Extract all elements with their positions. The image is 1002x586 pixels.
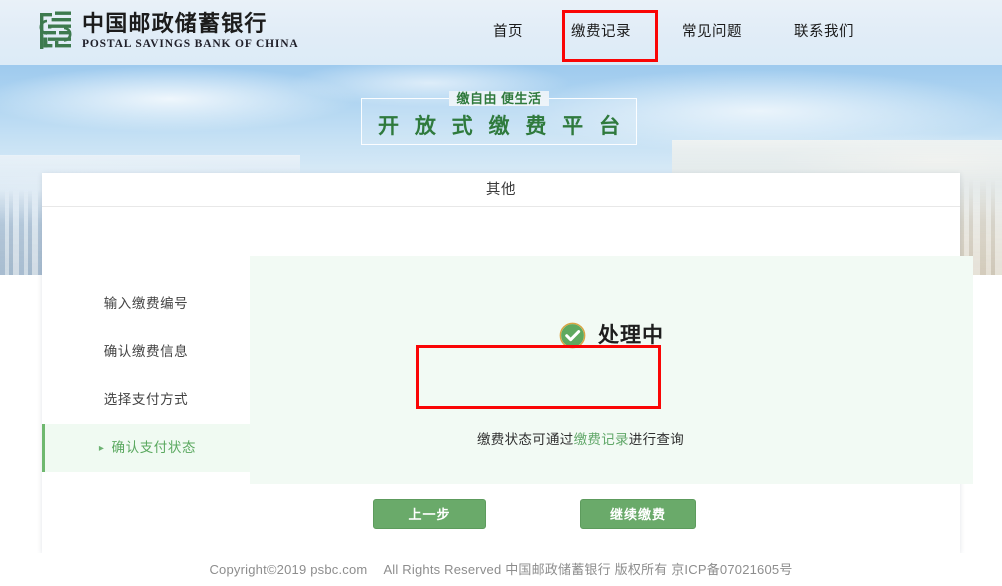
button-row: 上一步 继续缴费 — [42, 499, 960, 529]
brand-name-en: POSTAL SAVINGS BANK OF CHINA — [82, 37, 299, 50]
nav-item-payment-records[interactable]: 缴费记录 — [546, 0, 656, 65]
previous-step-button[interactable]: 上一步 — [373, 499, 486, 529]
site-footer: Copyright©2019 psbc.com All Rights Reserv… — [0, 553, 1002, 586]
step-item-select-payment[interactable]: 选择支付方式 — [42, 376, 250, 424]
step-item-confirm-status[interactable]: ▸ 确认支付状态 — [42, 424, 250, 472]
notice-suffix: 进行查询 — [628, 432, 684, 447]
card-body: 输入缴费编号 确认缴费信息 选择支付方式 ▸ 确认支付状态 处理中 缴费状态可通过… — [42, 207, 973, 553]
step-label: 输入缴费编号 — [103, 296, 189, 311]
footer-copyright: Copyright©2019 psbc.com — [209, 562, 368, 577]
status-row: 处理中 — [250, 322, 973, 349]
card-title: 其他 — [42, 173, 960, 207]
nav-item-contact-us[interactable]: 联系我们 — [768, 0, 880, 65]
footer-rights: All Rights Reserved 中国邮政储蓄银行 版权所有 京ICP备0… — [383, 562, 793, 577]
step-label: 确认支付状态 — [111, 440, 197, 455]
notice-link-payment-records[interactable]: 缴费记录 — [574, 432, 629, 447]
status-text: 处理中 — [598, 324, 664, 347]
brand-logo[interactable]: 中国邮政储蓄银行 POSTAL SAVINGS BANK OF CHINA — [38, 10, 299, 52]
brand-name-cn: 中国邮政储蓄银行 — [82, 10, 268, 37]
main-navigation: 首页 缴费记录 常见问题 联系我们 — [470, 0, 880, 65]
step-sidebar: 输入缴费编号 确认缴费信息 选择支付方式 ▸ 确认支付状态 — [42, 207, 250, 472]
step-label: 确认缴费信息 — [103, 344, 189, 359]
banner-slogan-sub: 缴自由 便生活 — [362, 91, 636, 107]
psbc-logo-icon — [39, 11, 72, 49]
check-circle-icon — [559, 322, 586, 349]
notice-message: 缴费状态可通过缴费记录进行查询 — [458, 430, 703, 450]
continue-payment-button[interactable]: 继续缴费 — [580, 499, 696, 529]
site-header: 中国邮政储蓄银行 POSTAL SAVINGS BANK OF CHINA 首页… — [0, 0, 1002, 65]
payment-card: 其他 输入缴费编号 确认缴费信息 选择支付方式 ▸ 确认支付状态 处理中 缴费状态… — [42, 173, 973, 553]
step-item-input-number[interactable]: 输入缴费编号 — [42, 280, 250, 328]
notice-prefix: 缴费状态可通过 — [476, 432, 574, 447]
result-panel: 处理中 缴费状态可通过缴费记录进行查询 — [250, 256, 973, 484]
step-label: 选择支付方式 — [103, 392, 189, 407]
banner-slogan-plate: 缴自由 便生活 开 放 式 缴 费 平 台 — [361, 91, 637, 145]
step-marker-icon: ▸ — [98, 443, 105, 454]
nav-item-faq[interactable]: 常见问题 — [656, 0, 768, 65]
nav-item-home[interactable]: 首页 — [470, 0, 546, 65]
step-item-confirm-info[interactable]: 确认缴费信息 — [42, 328, 250, 376]
brand-names: 中国邮政储蓄银行 POSTAL SAVINGS BANK OF CHINA — [82, 10, 299, 51]
banner-slogan-main: 开 放 式 缴 费 平 台 — [377, 115, 625, 138]
banner-slogan-sub-text: 缴自由 便生活 — [449, 91, 549, 106]
